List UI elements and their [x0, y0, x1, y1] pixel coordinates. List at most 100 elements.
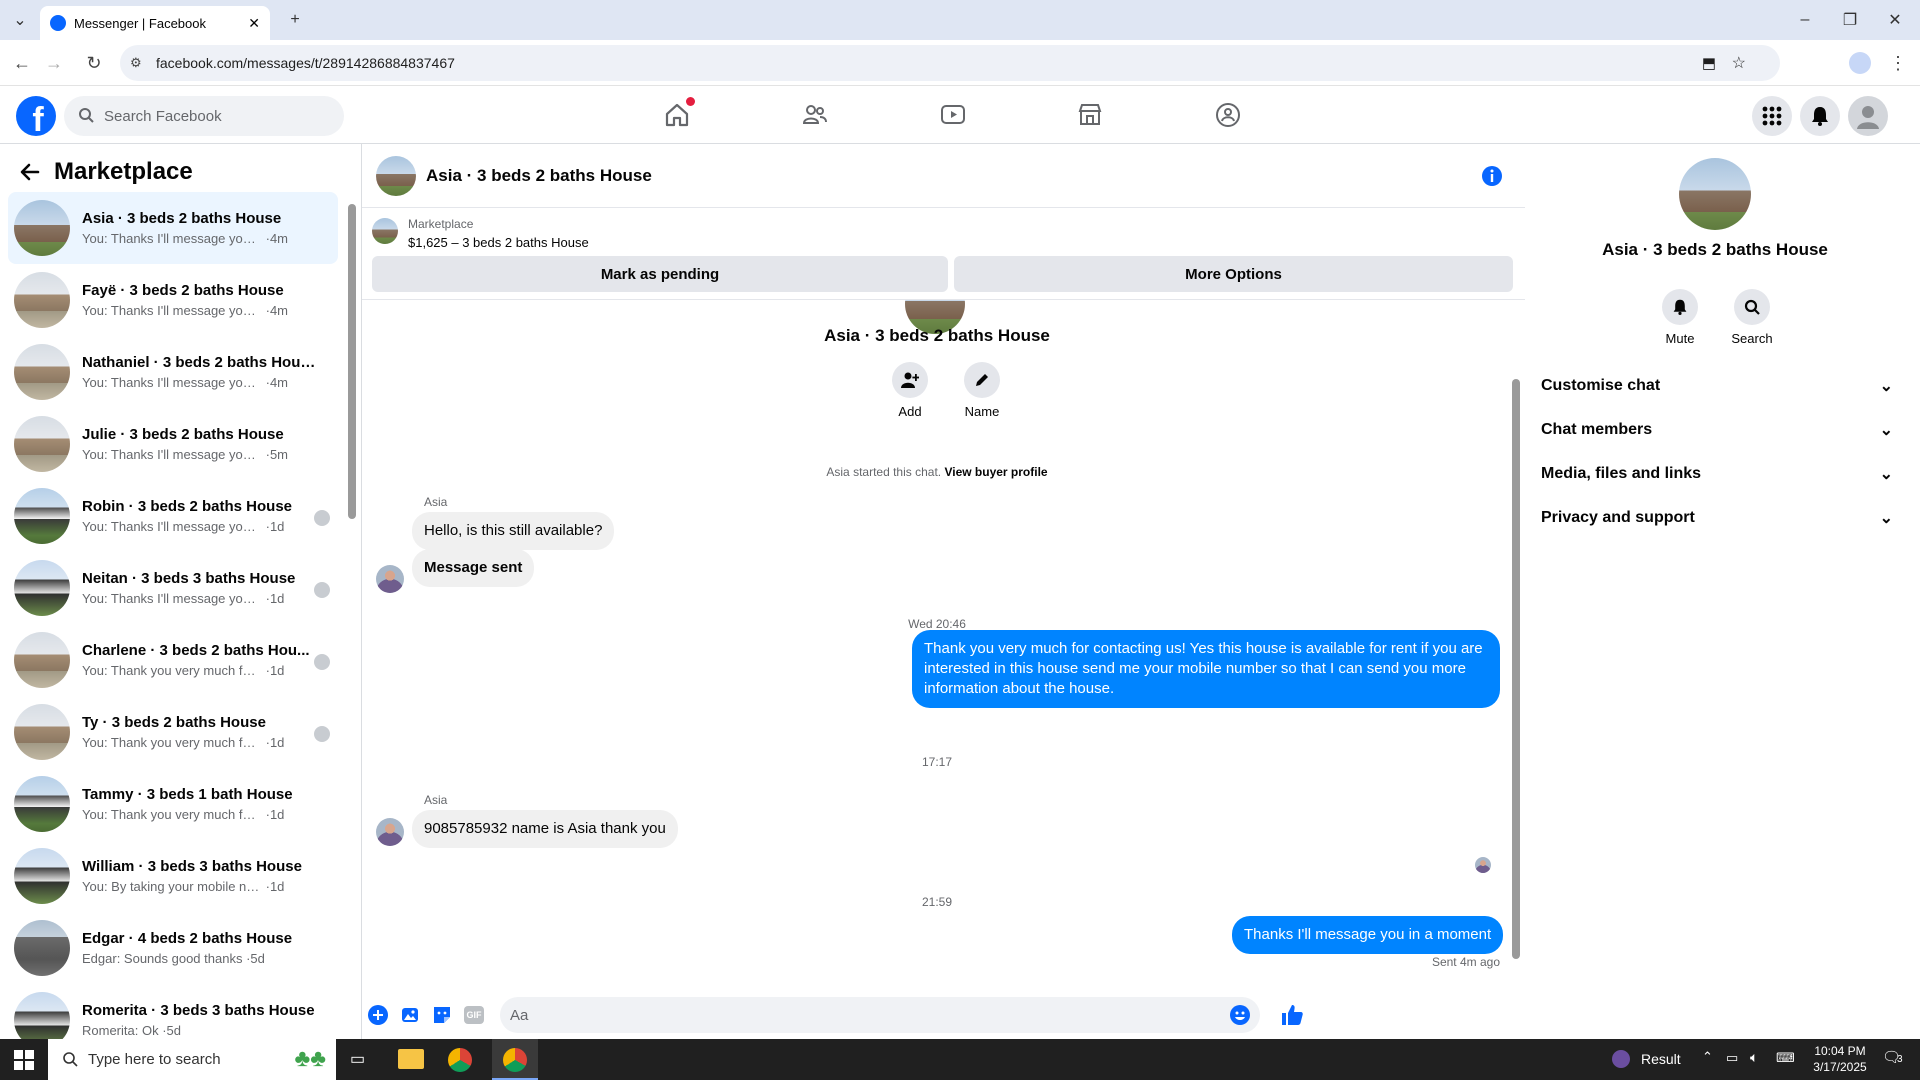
facebook-search-input[interactable]: Search Facebook	[64, 96, 344, 136]
message-bubble-outgoing[interactable]: Thank you very much for contacting us! Y…	[912, 630, 1500, 708]
conversation-avatar	[14, 632, 70, 688]
notifications-button[interactable]	[1800, 96, 1840, 136]
tab-list-icon[interactable]: ⌄	[0, 8, 40, 32]
info-avatar[interactable]	[1679, 158, 1751, 230]
back-arrow-icon[interactable]	[20, 162, 40, 182]
conversation-item[interactable]: Neitan · 3 beds 3 baths House You: Thanks…	[8, 552, 338, 624]
conversation-item[interactable]: Julie · 3 beds 2 baths House You: Thanks …	[8, 408, 338, 480]
keyboard-icon[interactable]: ⌨	[1776, 1050, 1795, 1066]
privacy-support-section[interactable]: Privacy and support ⌄	[1541, 508, 1893, 528]
sticker-icon[interactable]	[432, 1005, 452, 1025]
conversation-item[interactable]: Nathaniel · 3 beds 2 baths House You: Tha…	[8, 336, 338, 408]
nav-marketplace[interactable]	[1035, 92, 1145, 138]
view-buyer-profile-link[interactable]: View buyer profile	[944, 465, 1047, 479]
new-tab-icon[interactable]: +	[275, 8, 315, 32]
bookmark-star-icon[interactable]: ☆	[1732, 53, 1746, 73]
conversation-preview: You: Thank you very much for cont... ·1d	[82, 807, 317, 822]
media-files-links-section[interactable]: Media, files and links ⌄	[1541, 464, 1893, 484]
conversation-item[interactable]: Asia · 3 beds 2 baths House You: Thanks I…	[8, 192, 338, 264]
notification-count: 3	[1897, 1054, 1903, 1065]
browser-menu-icon[interactable]: ⋮	[1884, 49, 1912, 77]
message-input[interactable]: Aa	[500, 997, 1260, 1033]
messenger-tab-icon	[50, 15, 66, 31]
file-explorer-icon[interactable]	[398, 1049, 424, 1069]
result-label[interactable]: Result	[1641, 1051, 1681, 1067]
nav-groups[interactable]	[1173, 92, 1283, 138]
conversation-item[interactable]: Charlene · 3 beds 2 baths Hou... You: Tha…	[8, 624, 338, 696]
conversation-item[interactable]: Romerita · 3 beds 3 baths House Romerita:…	[8, 984, 338, 1039]
preview-time: 1d	[269, 591, 285, 606]
conversation-name: Robin · 3 beds 2 baths House	[82, 498, 293, 515]
message-bubble-outgoing[interactable]: Thanks I'll message you in a moment	[1232, 916, 1504, 954]
result-app-icon[interactable]	[1612, 1050, 1630, 1068]
chat-members-section[interactable]: Chat members ⌄	[1541, 420, 1893, 440]
close-tab-icon[interactable]: ✕	[248, 15, 260, 32]
chrome-active-icon[interactable]	[492, 1039, 538, 1080]
windows-start-icon[interactable]	[14, 1050, 34, 1070]
restore-icon[interactable]: ❐	[1830, 8, 1870, 32]
conversation-item[interactable]: William · 3 beds 3 baths House You: By ta…	[8, 840, 338, 912]
close-window-icon[interactable]: ✕	[1875, 8, 1915, 32]
notification-center-icon[interactable]: 🗨︎3	[1882, 1048, 1903, 1066]
listing-description[interactable]: $1,625 – 3 beds 2 baths House	[408, 235, 589, 250]
message-bubble-incoming[interactable]: Message sent	[412, 549, 535, 587]
nav-friends[interactable]	[760, 92, 870, 138]
section-label: Customise chat	[1541, 377, 1661, 394]
conversation-item[interactable]: Robin · 3 beds 2 baths House You: Thanks …	[8, 480, 338, 552]
task-view-icon[interactable]: ▭	[350, 1049, 365, 1069]
name-button[interactable]: Name	[952, 362, 1012, 419]
conversation-item[interactable]: Ty · 3 beds 2 baths House You: Thank you …	[8, 696, 338, 768]
conversation-item[interactable]: Fayë · 3 beds 2 baths House You: Thanks I…	[8, 264, 338, 336]
minimize-icon[interactable]: –	[1785, 8, 1825, 32]
back-icon[interactable]: ←	[8, 49, 36, 77]
add-member-button[interactable]: Add	[880, 362, 940, 419]
chrome-icon[interactable]	[448, 1048, 472, 1072]
install-icon[interactable]: ⬒	[1702, 54, 1716, 72]
timestamp: 17:17	[921, 755, 953, 769]
preview-text: You: Thank you very much for co...	[82, 735, 262, 750]
mark-pending-button[interactable]: Mark as pending	[372, 256, 948, 292]
profile-icon[interactable]	[1846, 49, 1874, 77]
volume-icon[interactable]: 🔈︎	[1750, 1049, 1758, 1066]
site-info-icon[interactable]: ⚙	[130, 55, 142, 71]
plus-icon[interactable]	[368, 1005, 388, 1025]
forward-icon[interactable]: →	[40, 49, 68, 77]
network-icon[interactable]: ▭	[1726, 1050, 1738, 1066]
search-chat-button[interactable]: Search	[1724, 289, 1780, 346]
facebook-logo[interactable]: f	[16, 96, 56, 136]
menu-button[interactable]	[1752, 96, 1792, 136]
emoji-icon[interactable]	[1230, 1005, 1250, 1025]
conversation-item[interactable]: Tammy · 3 beds 1 bath House You: Thank yo…	[8, 768, 338, 840]
facebook-header: f Search Facebook	[0, 86, 1920, 144]
sender-avatar[interactable]	[376, 565, 404, 593]
clock[interactable]: 10:04 PM 3/17/2025	[1800, 1043, 1880, 1075]
tray-chevron-icon[interactable]: ⌃	[1702, 1049, 1713, 1065]
reload-icon[interactable]: ↻	[80, 49, 108, 77]
conversation-item[interactable]: Edgar · 4 beds 2 baths House Edgar: Sound…	[8, 912, 338, 984]
like-icon[interactable]	[1280, 1003, 1304, 1027]
message-bubble-incoming[interactable]: 9085785932 name is Asia thank you	[412, 810, 678, 848]
listing-banner: Marketplace $1,625 – 3 beds 2 baths Hous…	[362, 208, 1525, 300]
more-options-button[interactable]: More Options	[954, 256, 1513, 292]
address-bar[interactable]: ⚙ facebook.com/messages/t/28914286884837…	[120, 45, 1780, 81]
chat-avatar[interactable]	[376, 155, 416, 196]
info-icon[interactable]	[1481, 165, 1503, 187]
browser-titlebar: ⌄ Messenger | Facebook ✕ + – ❐ ✕	[0, 0, 1920, 40]
chat-scrollbar[interactable]	[1512, 379, 1520, 959]
gif-icon[interactable]: GIF	[464, 1006, 484, 1024]
mute-button[interactable]: Mute	[1652, 289, 1708, 346]
sender-avatar[interactable]	[376, 818, 404, 846]
preview-time: 1d	[269, 807, 285, 822]
sidebar-scrollbar[interactable]	[348, 204, 356, 519]
listing-thumbnail[interactable]	[372, 218, 398, 244]
nav-video[interactable]	[898, 92, 1008, 138]
message-bubble-incoming[interactable]: Hello, is this still available?	[412, 512, 615, 550]
browser-tab[interactable]: Messenger | Facebook ✕	[40, 6, 270, 40]
conversation-list: Asia · 3 beds 2 baths House You: Thanks I…	[8, 192, 338, 1039]
taskbar-search-input[interactable]: Type here to search ♣♣	[48, 1039, 336, 1080]
chat-title[interactable]: Asia · 3 beds 2 baths House	[426, 166, 652, 186]
customise-chat-section[interactable]: Customise chat ⌄	[1541, 376, 1893, 396]
photo-icon[interactable]	[400, 1005, 420, 1025]
account-button[interactable]	[1848, 96, 1888, 136]
nav-home[interactable]	[622, 92, 732, 138]
